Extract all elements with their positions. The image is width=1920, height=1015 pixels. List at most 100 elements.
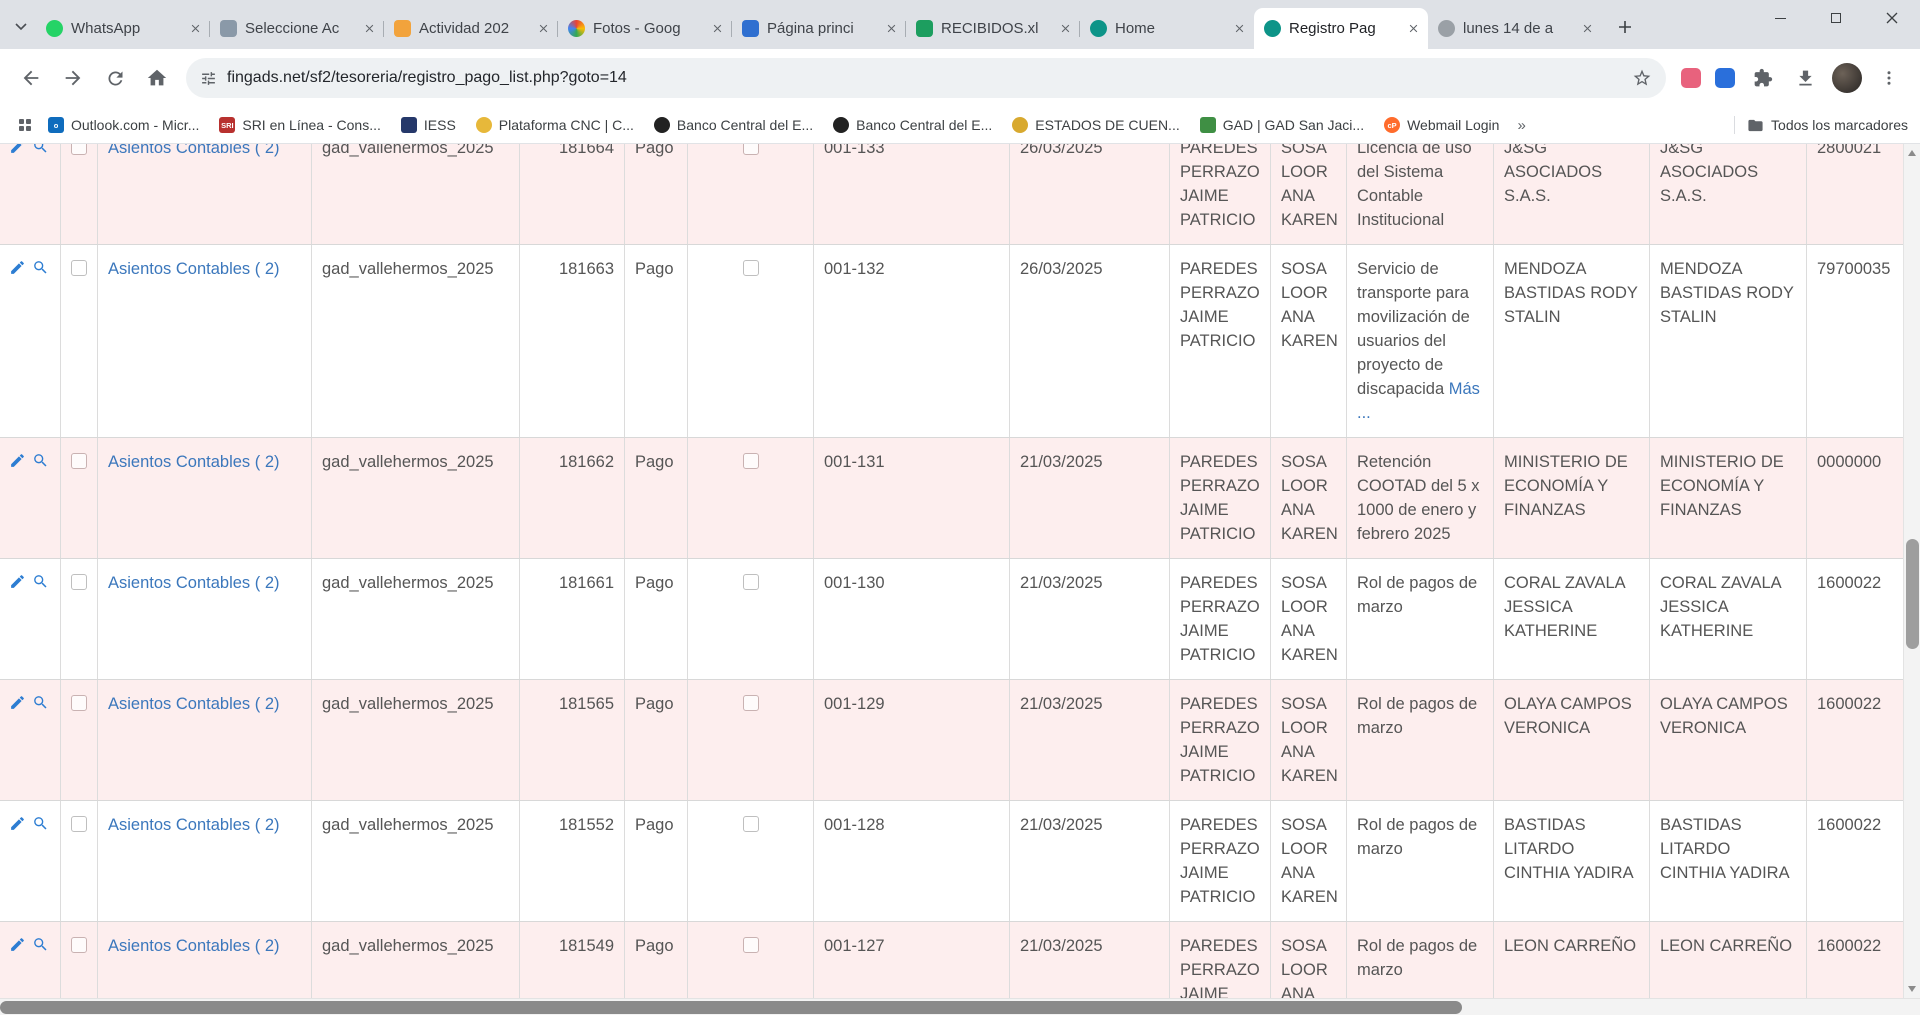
browser-tab[interactable]: Registro Pag: [1254, 8, 1428, 49]
edit-pencil-icon[interactable]: [9, 452, 26, 469]
edit-pencil-icon[interactable]: [9, 815, 26, 832]
view-magnifier-icon[interactable]: [32, 694, 49, 711]
bookmarks-overflow-chevron[interactable]: »: [1517, 117, 1525, 134]
tipo-cell: Pago: [625, 144, 688, 244]
bookmark-item[interactable]: IESS: [401, 117, 456, 133]
browser-tab[interactable]: Seleccione Ac: [210, 8, 384, 49]
downloads-button[interactable]: [1784, 57, 1826, 99]
empresa-cell: gad_vallehermos_2025: [312, 922, 520, 998]
tab-close-icon[interactable]: [1579, 21, 1595, 37]
view-magnifier-icon[interactable]: [32, 573, 49, 590]
row-checkbox[interactable]: [71, 937, 87, 953]
bookmark-item[interactable]: GAD | GAD San Jaci...: [1200, 117, 1364, 133]
row-checkbox[interactable]: [71, 695, 87, 711]
site-info-icon[interactable]: [200, 70, 217, 87]
edit-pencil-icon[interactable]: [9, 936, 26, 953]
row-checkbox[interactable]: [71, 453, 87, 469]
view-magnifier-icon[interactable]: [32, 452, 49, 469]
vertical-scrollbar[interactable]: [1903, 144, 1920, 998]
browser-tab[interactable]: Home: [1080, 8, 1254, 49]
flag-checkbox[interactable]: [743, 260, 759, 276]
view-magnifier-icon[interactable]: [32, 144, 49, 155]
new-tab-button[interactable]: [1610, 12, 1640, 42]
row-checkbox[interactable]: [71, 260, 87, 276]
extension-icon-pink[interactable]: [1674, 61, 1708, 95]
forward-button[interactable]: [52, 57, 94, 99]
browser-tab[interactable]: WhatsApp: [36, 8, 210, 49]
tab-close-icon[interactable]: [709, 21, 725, 37]
browser-tab[interactable]: Actividad 202: [384, 8, 558, 49]
tab-close-icon[interactable]: [361, 21, 377, 37]
flag-checkbox[interactable]: [743, 937, 759, 953]
scroll-down-arrow-icon[interactable]: [1908, 986, 1916, 992]
asientos-contables-link[interactable]: Asientos Contables ( 2): [108, 144, 280, 157]
tab-close-icon[interactable]: [1231, 21, 1247, 37]
vertical-scrollbar-thumb[interactable]: [1906, 539, 1919, 649]
edit-pencil-icon[interactable]: [9, 259, 26, 276]
extensions-button[interactable]: [1742, 57, 1784, 99]
flag-checkbox[interactable]: [743, 695, 759, 711]
row-checkbox[interactable]: [71, 574, 87, 590]
close-window-button[interactable]: [1864, 0, 1920, 36]
minimize-button[interactable]: [1752, 0, 1808, 36]
tab-close-icon[interactable]: [187, 21, 203, 37]
menu-kebab-button[interactable]: [1868, 57, 1910, 99]
asientos-contables-link[interactable]: Asientos Contables ( 2): [108, 260, 280, 278]
documento-cell: 001-131: [814, 438, 1010, 558]
home-button[interactable]: [136, 57, 178, 99]
tesorera-cell: SOSA LOOR ANA KAREN: [1271, 680, 1347, 800]
all-bookmarks-button[interactable]: Todos los marcadores: [1747, 117, 1908, 134]
tab-close-icon[interactable]: [883, 21, 899, 37]
view-magnifier-icon[interactable]: [32, 815, 49, 832]
bookmark-favicon-icon: o: [48, 117, 64, 133]
scroll-up-arrow-icon[interactable]: [1908, 150, 1916, 156]
edit-pencil-icon[interactable]: [9, 694, 26, 711]
tab-title: Registro Pag: [1289, 20, 1400, 37]
horizontal-scrollbar-thumb[interactable]: [0, 1001, 1462, 1014]
tab-close-icon[interactable]: [1057, 21, 1073, 37]
row-checkbox[interactable]: [71, 144, 87, 155]
view-magnifier-icon[interactable]: [32, 259, 49, 276]
view-magnifier-icon[interactable]: [32, 936, 49, 953]
back-button[interactable]: [10, 57, 52, 99]
asientos-contables-link[interactable]: Asientos Contables ( 2): [108, 695, 280, 713]
asientos-cell: Asientos Contables ( 2): [98, 801, 312, 921]
asientos-contables-link[interactable]: Asientos Contables ( 2): [108, 574, 280, 592]
tab-close-icon[interactable]: [535, 21, 551, 37]
edit-pencil-icon[interactable]: [9, 573, 26, 590]
asientos-contables-link[interactable]: Asientos Contables ( 2): [108, 453, 280, 471]
flag-checkbox[interactable]: [743, 816, 759, 832]
apps-grid-icon[interactable]: [12, 112, 38, 138]
browser-tab[interactable]: lunes 14 de a: [1428, 8, 1602, 49]
browser-tab[interactable]: Página princi: [732, 8, 906, 49]
reload-button[interactable]: [94, 57, 136, 99]
omnibox[interactable]: fingads.net/sf2/tesoreria/registro_pago_…: [186, 58, 1666, 98]
asientos-contables-link[interactable]: Asientos Contables ( 2): [108, 937, 280, 955]
bookmark-item[interactable]: Banco Central del E...: [654, 117, 813, 133]
bookmark-item[interactable]: ESTADOS DE CUEN...: [1012, 117, 1179, 133]
tab-close-icon[interactable]: [1405, 21, 1421, 37]
row-actions-cell: [0, 245, 61, 437]
tab-search-button[interactable]: [6, 10, 36, 44]
flag-checkbox[interactable]: [743, 574, 759, 590]
horizontal-scrollbar[interactable]: [0, 998, 1920, 1015]
asientos-contables-link[interactable]: Asientos Contables ( 2): [108, 816, 280, 834]
bookmark-label: Webmail Login: [1407, 117, 1499, 133]
url-text[interactable]: fingads.net/sf2/tesoreria/registro_pago_…: [227, 69, 1624, 87]
row-checkbox[interactable]: [71, 816, 87, 832]
browser-tab[interactable]: Fotos - Goog: [558, 8, 732, 49]
edit-pencil-icon[interactable]: [9, 144, 26, 155]
maximize-button[interactable]: [1808, 0, 1864, 36]
flag-checkbox[interactable]: [743, 144, 759, 155]
flag-checkbox[interactable]: [743, 453, 759, 469]
bookmark-item[interactable]: o Outlook.com - Micr...: [48, 117, 199, 133]
translate-extension-icon[interactable]: [1708, 61, 1742, 95]
row-select-cell: [61, 680, 98, 800]
bookmark-item[interactable]: cP Webmail Login: [1384, 117, 1499, 133]
browser-tab[interactable]: RECIBIDOS.xl: [906, 8, 1080, 49]
bookmark-item[interactable]: Banco Central del E...: [833, 117, 992, 133]
bookmark-star-icon[interactable]: [1632, 68, 1652, 88]
bookmark-item[interactable]: SRI SRI en Línea - Cons...: [219, 117, 381, 133]
bookmark-item[interactable]: Plataforma CNC | C...: [476, 117, 634, 133]
profile-avatar[interactable]: [1832, 63, 1862, 93]
